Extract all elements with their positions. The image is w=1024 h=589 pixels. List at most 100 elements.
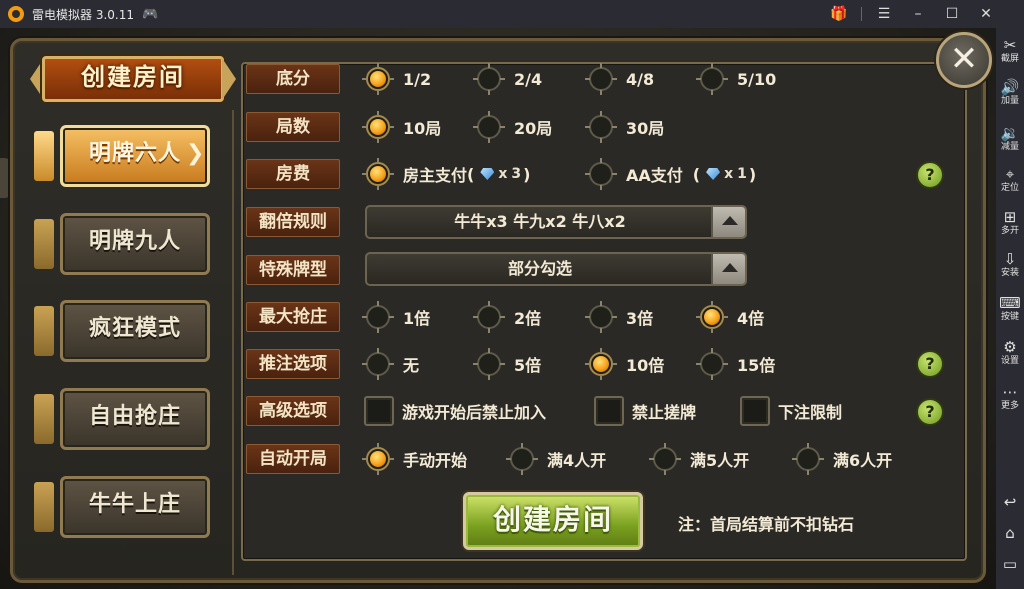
volume-down-button[interactable]: 🔉 减量: [996, 124, 1024, 153]
mode-tab-label: 明牌九人: [88, 229, 181, 254]
home-button[interactable]: ⌂: [996, 524, 1024, 542]
caret-up-icon[interactable]: [711, 254, 745, 284]
radio-selected-icon: [361, 157, 395, 191]
dropdown-value: 牛牛x3 牛九x2 牛八x2: [454, 212, 626, 231]
location-button[interactable]: ⌖ 定位: [996, 165, 1024, 194]
caret-up-icon[interactable]: [711, 207, 745, 237]
mode-tab-crazy[interactable]: 疯狂模式: [34, 300, 210, 362]
home-icon: ⌂: [1005, 524, 1015, 542]
help-icon[interactable]: ?: [916, 350, 944, 378]
multi-open-button[interactable]: ⊞ 多开: [996, 208, 1024, 237]
radio-icon: [584, 157, 618, 191]
option-label: 手动开始: [403, 451, 468, 470]
special-hands-dropdown[interactable]: 部分勾选: [365, 252, 747, 286]
mode-tab-free-banker[interactable]: 自由抢庄: [34, 388, 210, 450]
close-dialog-button[interactable]: ✕: [936, 32, 992, 88]
push-bet-option[interactable]: 5倍: [472, 347, 541, 381]
push-bet-option[interactable]: 10倍: [584, 347, 664, 381]
base-score-option[interactable]: 1/2: [361, 62, 431, 96]
emulator-sidebar: ✂ 截屏 🔊 加量 🔉 减量 ⌖ 定位 ⊞ 多开 ⇩ 安装 ⌨ 按键 ⚙ 设置 ⋯ 更多 ↩ ⌂ …: [996, 28, 1024, 589]
banker-bid-option[interactable]: 3倍: [584, 300, 653, 334]
option-label: 10局: [403, 119, 442, 138]
install-button[interactable]: ⇩ 安装: [996, 250, 1024, 279]
emulator-title-bar: 雷电模拟器 3.0.11 🎮 🎁 ☰ – ☐ ✕: [0, 0, 1024, 28]
banker-bid-option[interactable]: 1倍: [361, 300, 430, 334]
app-logo-icon: [8, 6, 24, 22]
banker-bid-option[interactable]: 4倍: [695, 300, 764, 334]
double-rules-dropdown[interactable]: 牛牛x3 牛九x2 牛八x2: [365, 205, 747, 239]
row-label-rounds: 局数: [246, 112, 340, 142]
settings-button[interactable]: ⚙ 设置: [996, 338, 1024, 367]
back-icon: ↩: [1003, 493, 1017, 511]
radio-selected-icon: [361, 110, 395, 144]
volume-up-icon: 🔊: [1000, 78, 1020, 96]
base-score-option[interactable]: 4/8: [584, 62, 654, 96]
radio-icon: [584, 300, 618, 334]
diamond-count: 3: [511, 166, 522, 182]
mode-tab-mingpai-nine[interactable]: 明牌九人: [34, 213, 210, 275]
dialog-header: 创建房间: [30, 52, 236, 106]
row-label-base-score: 底分: [246, 64, 340, 94]
room-fee-host-option[interactable]: 房主支付(x 3): [361, 157, 530, 191]
back-button[interactable]: ↩: [996, 493, 1024, 511]
gamepad-icon[interactable]: 🎮: [142, 7, 158, 22]
option-label: 5倍: [514, 356, 542, 375]
advanced-option-bet-limit[interactable]: 下注限制: [740, 394, 842, 428]
radio-icon: [472, 347, 506, 381]
radio-icon: [648, 442, 682, 476]
checkbox-icon: [594, 396, 624, 426]
mode-tab-mingpai-six[interactable]: 明牌六人 ❯: [34, 125, 210, 187]
sidebar-label: 减量: [1000, 142, 1019, 152]
rounds-option[interactable]: 10局: [361, 110, 441, 144]
paren-open: (: [467, 164, 475, 184]
option-label: 15倍: [737, 356, 776, 375]
recent-apps-button[interactable]: ▭: [996, 555, 1024, 573]
screenshot-button[interactable]: ✂ 截屏: [996, 36, 1024, 65]
radio-icon: [791, 442, 825, 476]
radio-icon: [472, 110, 506, 144]
row-label-auto-start: 自动开局: [246, 444, 340, 474]
auto-start-option[interactable]: 手动开始: [361, 442, 467, 476]
radio-selected-icon: [361, 62, 395, 96]
room-fee-aa-option[interactable]: AA支付 (x 1): [584, 157, 756, 191]
advanced-option-no-join[interactable]: 游戏开始后禁止加入: [364, 394, 546, 428]
option-label: 2倍: [514, 309, 542, 328]
auto-start-option[interactable]: 满5人开: [648, 442, 749, 476]
tab-stub: [34, 131, 54, 181]
sidebar-label: 多开: [1000, 226, 1019, 236]
tab-stub: [34, 306, 54, 356]
volume-down-icon: 🔉: [1000, 124, 1020, 142]
advanced-option-no-squeeze[interactable]: 禁止搓牌: [594, 394, 696, 428]
option-label: 10倍: [626, 356, 665, 375]
create-room-button[interactable]: 创建房间: [463, 492, 643, 550]
menu-icon[interactable]: ☰: [872, 6, 896, 22]
push-bet-option[interactable]: 无: [361, 347, 419, 381]
mode-tab-niuniu-banker[interactable]: 牛牛上庄: [34, 476, 210, 538]
row-label-double-rules: 翻倍规则: [246, 207, 340, 237]
option-label: 5/10: [737, 69, 777, 89]
more-button[interactable]: ⋯ 更多: [996, 383, 1024, 412]
option-label: 4倍: [737, 309, 765, 328]
volume-up-button[interactable]: 🔊 加量: [996, 78, 1024, 107]
maximize-icon[interactable]: ☐: [940, 6, 964, 22]
minimize-icon[interactable]: –: [906, 6, 930, 22]
rounds-option[interactable]: 30局: [584, 110, 664, 144]
push-bet-option[interactable]: 15倍: [695, 347, 775, 381]
help-icon[interactable]: ?: [916, 398, 944, 426]
option-label: 禁止搓牌: [632, 403, 697, 422]
close-icon[interactable]: ✕: [974, 6, 998, 22]
keymap-button[interactable]: ⌨ 按键: [996, 294, 1024, 323]
radio-icon: [472, 62, 506, 96]
banker-bid-option[interactable]: 2倍: [472, 300, 541, 334]
base-score-option[interactable]: 5/10: [695, 62, 776, 96]
base-score-option[interactable]: 2/4: [472, 62, 542, 96]
option-label: 游戏开始后禁止加入: [402, 403, 547, 422]
gift-icon[interactable]: 🎁: [827, 6, 851, 22]
auto-start-option[interactable]: 满6人开: [791, 442, 892, 476]
radio-icon: [505, 442, 539, 476]
rounds-option[interactable]: 20局: [472, 110, 552, 144]
multiplier-sign: x: [724, 166, 734, 182]
help-icon[interactable]: ?: [916, 161, 944, 189]
option-label: 满4人开: [547, 451, 607, 470]
auto-start-option[interactable]: 满4人开: [505, 442, 606, 476]
